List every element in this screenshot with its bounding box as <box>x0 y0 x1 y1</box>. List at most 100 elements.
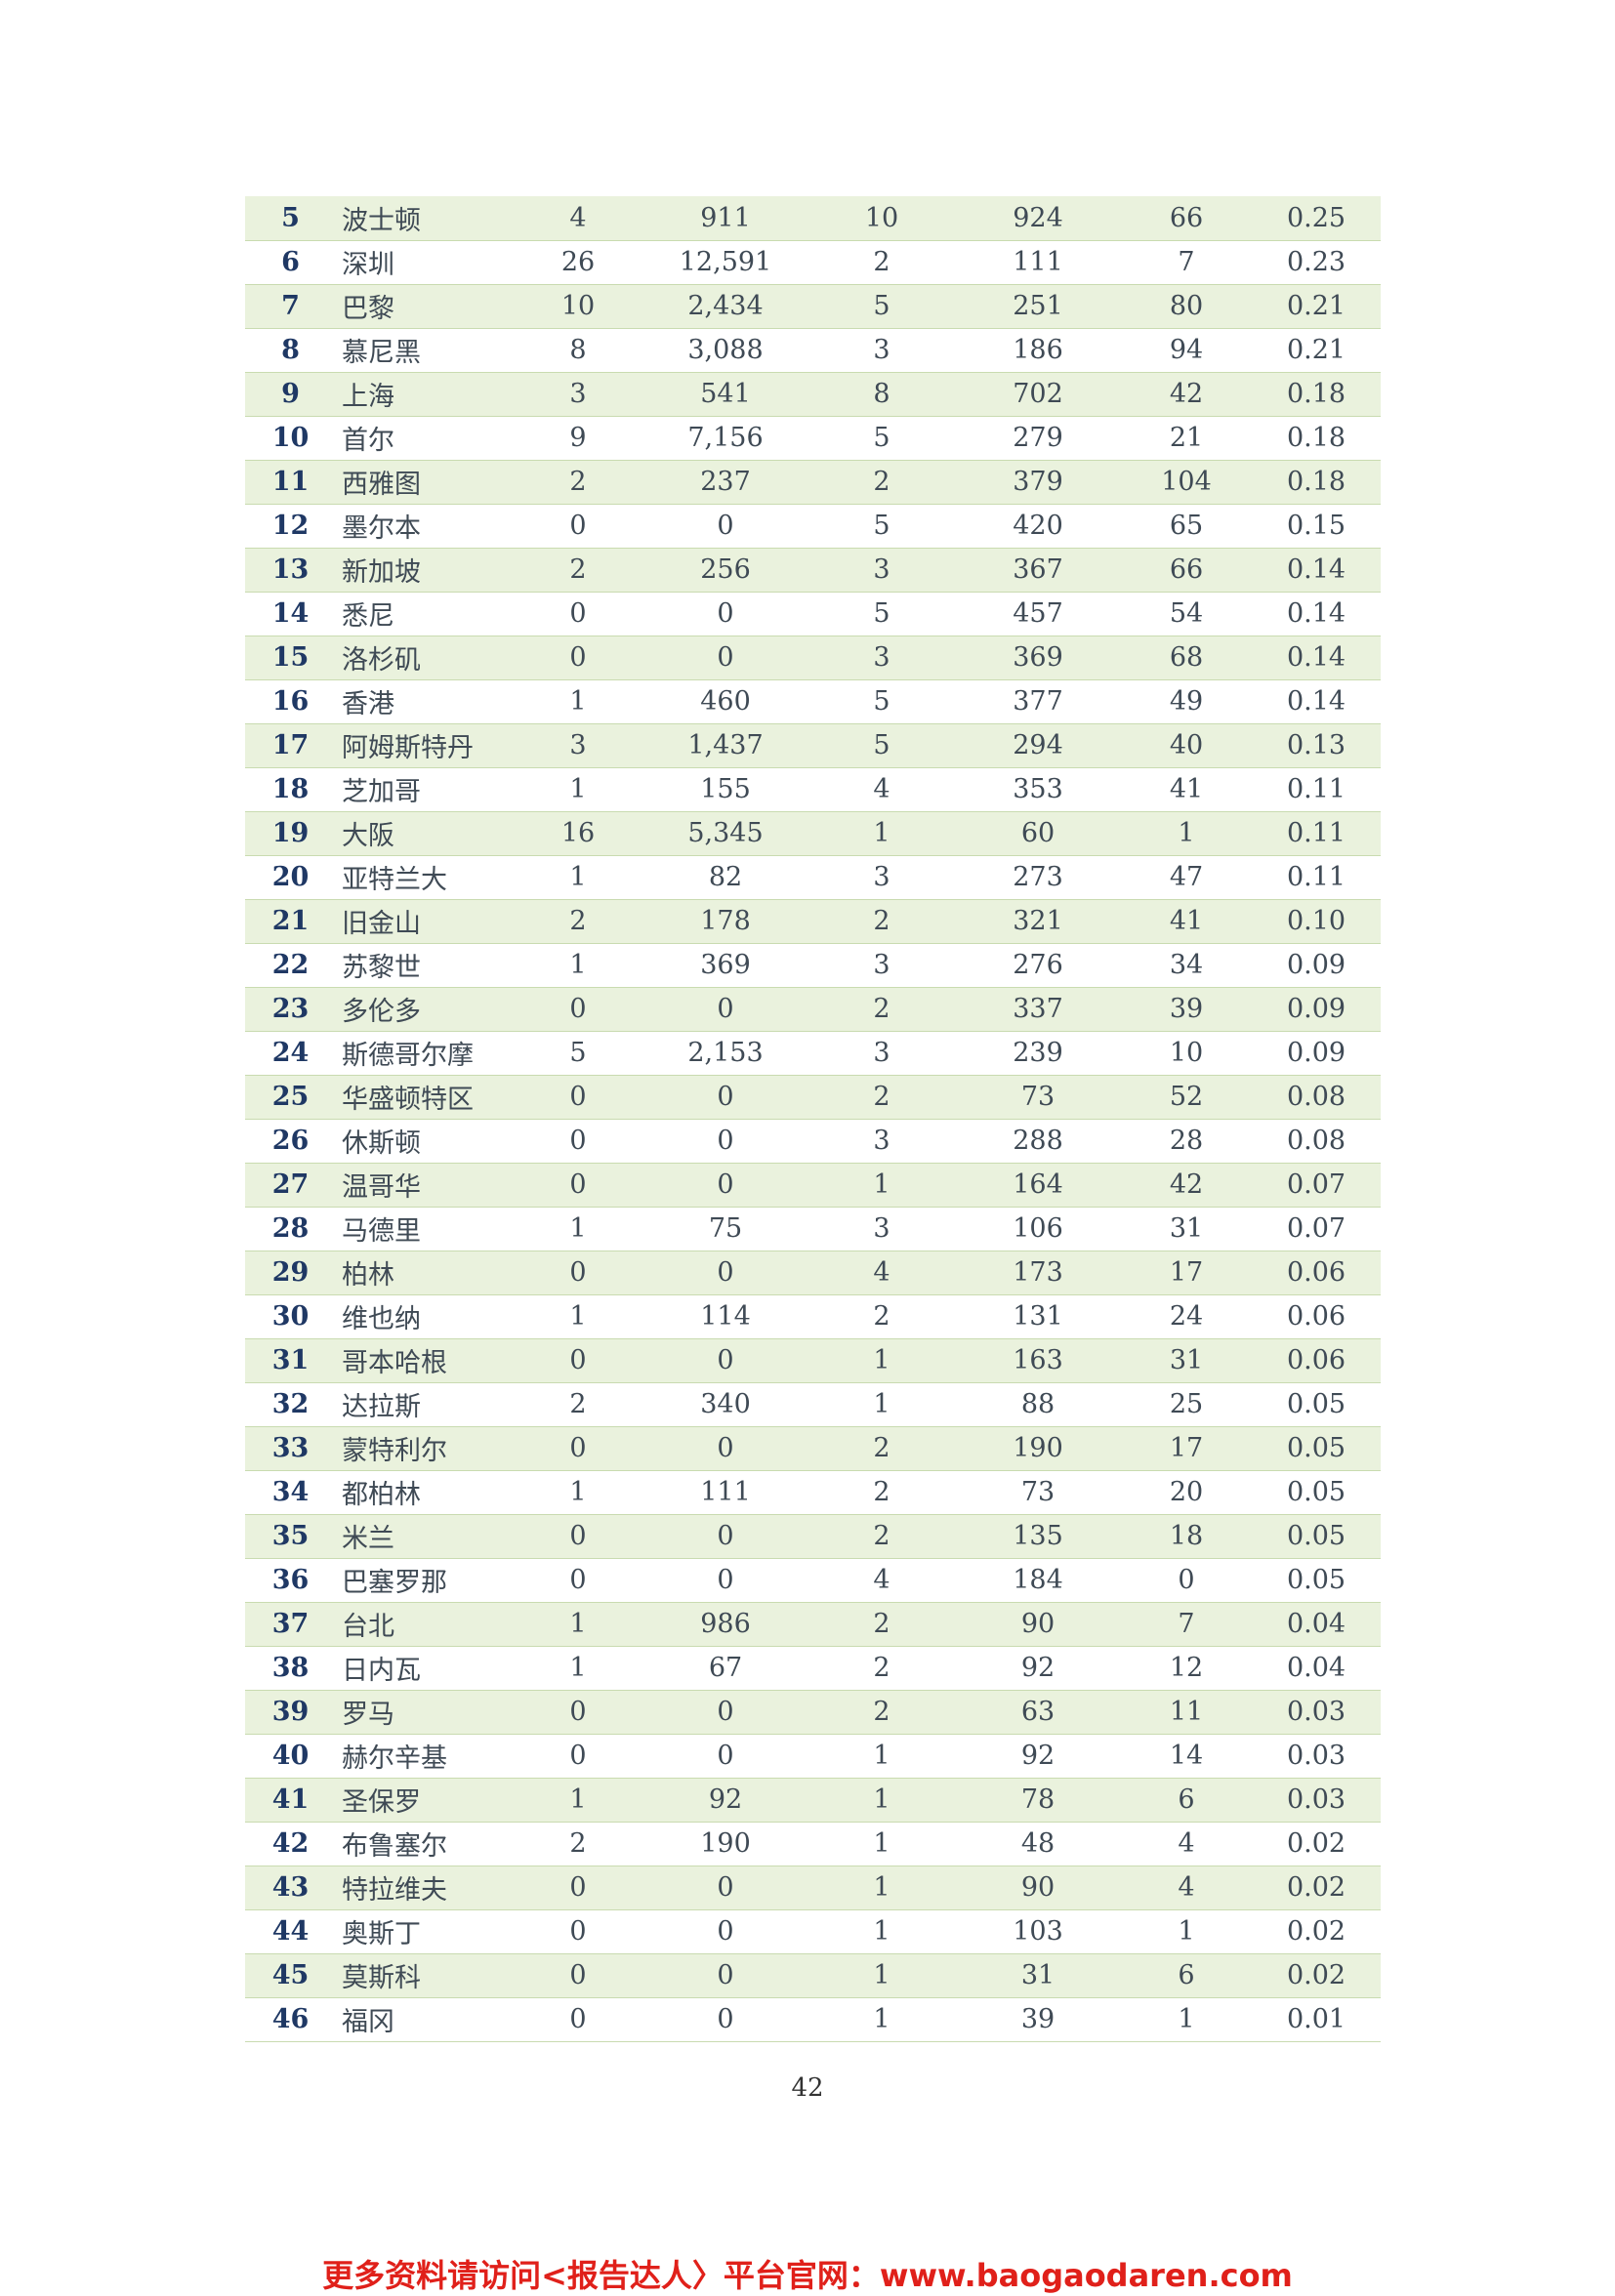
value-cell: 103 <box>955 1909 1121 1954</box>
city-cell: 特拉维夫 <box>336 1866 514 1910</box>
value-cell: 94 <box>1121 328 1252 373</box>
score-cell: 0.06 <box>1252 1294 1381 1339</box>
city-cell: 华盛顿特区 <box>336 1075 514 1120</box>
rank-cell: 43 <box>245 1866 336 1910</box>
value-cell: 20 <box>1121 1470 1252 1515</box>
city-cell: 阿姆斯特丹 <box>336 723 514 768</box>
value-cell: 5,345 <box>642 811 808 856</box>
value-cell: 1 <box>808 1997 955 2042</box>
city-cell: 温哥华 <box>336 1163 514 1208</box>
value-cell: 2,434 <box>642 284 808 329</box>
rank-cell: 7 <box>245 284 336 329</box>
score-cell: 0.08 <box>1252 1075 1381 1120</box>
value-cell: 5 <box>808 679 955 724</box>
value-cell: 986 <box>642 1602 808 1647</box>
city-cell: 多伦多 <box>336 987 514 1032</box>
city-cell: 柏林 <box>336 1250 514 1295</box>
value-cell: 0 <box>642 592 808 636</box>
table-row: 31 哥本哈根 0 0 1 163 31 0.06 <box>245 1338 1381 1383</box>
city-ranking-table: 5 波士顿 4 911 10 924 66 0.25 6 深圳 26 12,591 2 111 7 0.23 7… <box>245 196 1381 2042</box>
rank-cell: 36 <box>245 1558 336 1603</box>
value-cell: 0 <box>514 1558 642 1603</box>
value-cell: 3 <box>808 1207 955 1251</box>
score-cell: 0.02 <box>1252 1866 1381 1910</box>
value-cell: 251 <box>955 284 1121 329</box>
city-cell: 香港 <box>336 679 514 724</box>
value-cell: 0 <box>642 1909 808 1954</box>
table-row: 24 斯德哥尔摩 5 2,153 3 239 10 0.09 <box>245 1031 1381 1076</box>
value-cell: 90 <box>955 1866 1121 1910</box>
rank-cell: 40 <box>245 1734 336 1779</box>
value-cell: 164 <box>955 1163 1121 1208</box>
city-cell: 旧金山 <box>336 899 514 944</box>
value-cell: 4 <box>1121 1822 1252 1866</box>
table-row: 12 墨尔本 0 0 5 420 65 0.15 <box>245 504 1381 549</box>
table-row: 5 波士顿 4 911 10 924 66 0.25 <box>245 196 1381 241</box>
value-cell: 2 <box>808 899 955 944</box>
score-cell: 0.25 <box>1252 196 1381 241</box>
value-cell: 17 <box>1121 1426 1252 1471</box>
city-cell: 福冈 <box>336 1997 514 2042</box>
value-cell: 2 <box>808 240 955 285</box>
rank-cell: 19 <box>245 811 336 856</box>
score-cell: 0.04 <box>1252 1646 1381 1691</box>
value-cell: 40 <box>1121 723 1252 768</box>
value-cell: 1 <box>1121 811 1252 856</box>
value-cell: 90 <box>955 1602 1121 1647</box>
value-cell: 1,437 <box>642 723 808 768</box>
city-cell: 洛杉矶 <box>336 636 514 680</box>
table-body: 5 波士顿 4 911 10 924 66 0.25 6 深圳 26 12,591 2 111 7 0.23 7… <box>245 196 1381 2042</box>
value-cell: 0 <box>642 1075 808 1120</box>
rank-cell: 21 <box>245 899 336 944</box>
value-cell: 5 <box>808 504 955 549</box>
value-cell: 65 <box>1121 504 1252 549</box>
city-cell: 斯德哥尔摩 <box>336 1031 514 1076</box>
table-row: 29 柏林 0 0 4 173 17 0.06 <box>245 1250 1381 1295</box>
value-cell: 2,153 <box>642 1031 808 1076</box>
table-row: 8 慕尼黑 8 3,088 3 186 94 0.21 <box>245 328 1381 373</box>
score-cell: 0.14 <box>1252 679 1381 724</box>
city-cell: 都柏林 <box>336 1470 514 1515</box>
value-cell: 28 <box>1121 1119 1252 1164</box>
value-cell: 2 <box>808 1075 955 1120</box>
rank-cell: 37 <box>245 1602 336 1647</box>
value-cell: 111 <box>955 240 1121 285</box>
value-cell: 39 <box>1121 987 1252 1032</box>
value-cell: 5 <box>808 284 955 329</box>
rank-cell: 15 <box>245 636 336 680</box>
table-row: 37 台北 1 986 2 90 7 0.04 <box>245 1602 1381 1647</box>
value-cell: 1 <box>514 1470 642 1515</box>
table-row: 36 巴塞罗那 0 0 4 184 0 0.05 <box>245 1558 1381 1603</box>
city-cell: 达拉斯 <box>336 1382 514 1427</box>
value-cell: 0 <box>514 1909 642 1954</box>
value-cell: 78 <box>955 1778 1121 1823</box>
value-cell: 39 <box>955 1997 1121 2042</box>
value-cell: 457 <box>955 592 1121 636</box>
city-cell: 首尔 <box>336 416 514 461</box>
value-cell: 9 <box>514 416 642 461</box>
value-cell: 31 <box>1121 1338 1252 1383</box>
value-cell: 42 <box>1121 1163 1252 1208</box>
score-cell: 0.15 <box>1252 504 1381 549</box>
score-cell: 0.05 <box>1252 1470 1381 1515</box>
value-cell: 0 <box>642 1426 808 1471</box>
value-cell: 0 <box>642 1558 808 1603</box>
value-cell: 1 <box>808 1953 955 1998</box>
score-cell: 0.18 <box>1252 460 1381 505</box>
rank-cell: 9 <box>245 372 336 417</box>
city-cell: 大阪 <box>336 811 514 856</box>
city-cell: 赫尔辛基 <box>336 1734 514 1779</box>
rank-cell: 18 <box>245 767 336 812</box>
value-cell: 0 <box>514 504 642 549</box>
value-cell: 379 <box>955 460 1121 505</box>
score-cell: 0.10 <box>1252 899 1381 944</box>
city-cell: 日内瓦 <box>336 1646 514 1691</box>
table-row: 14 悉尼 0 0 5 457 54 0.14 <box>245 592 1381 636</box>
value-cell: 10 <box>808 196 955 241</box>
city-cell: 芝加哥 <box>336 767 514 812</box>
value-cell: 0 <box>514 987 642 1032</box>
score-cell: 0.03 <box>1252 1690 1381 1735</box>
score-cell: 0.09 <box>1252 1031 1381 1076</box>
score-cell: 0.07 <box>1252 1163 1381 1208</box>
score-cell: 0.06 <box>1252 1250 1381 1295</box>
